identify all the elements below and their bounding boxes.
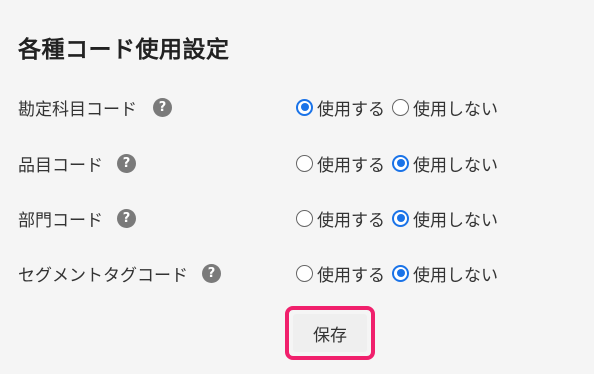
radio-option-use[interactable]: 使用する xyxy=(296,151,385,176)
setting-label: 品目コード xyxy=(18,155,103,176)
setting-label-wrap: 部門コード ? xyxy=(18,203,136,233)
radio-label: 使用する xyxy=(317,155,385,176)
radio-label: 使用する xyxy=(317,99,385,120)
radio-label: 使用しない xyxy=(413,210,498,231)
radio-label: 使用する xyxy=(317,210,385,231)
radio-group: 使用する 使用しない xyxy=(296,148,498,178)
radio-option-use[interactable]: 使用する xyxy=(296,261,385,286)
setting-label: 勘定科目コード xyxy=(18,99,137,120)
setting-label-wrap: 品目コード ? xyxy=(18,148,136,178)
radio-option-not-use[interactable]: 使用しない xyxy=(392,151,498,176)
page-title: 各種コード使用設定 xyxy=(18,37,230,63)
radio-group: 使用する 使用しない xyxy=(296,203,498,233)
radio-button[interactable] xyxy=(392,264,409,282)
help-icon[interactable]: ? xyxy=(117,208,136,228)
radio-button[interactable] xyxy=(296,209,313,227)
setting-label: セグメントタグコード xyxy=(18,265,188,286)
setting-label: 部門コード xyxy=(18,210,103,231)
radio-option-use[interactable]: 使用する xyxy=(296,95,385,120)
radio-group: 使用する 使用しない xyxy=(296,258,498,288)
save-button[interactable]: 保存 xyxy=(293,314,367,352)
radio-button[interactable] xyxy=(392,209,409,227)
radio-label: 使用しない xyxy=(413,99,498,120)
radio-option-not-use[interactable]: 使用しない xyxy=(392,95,498,120)
radio-option-use[interactable]: 使用する xyxy=(296,206,385,231)
help-icon[interactable]: ? xyxy=(153,97,172,117)
help-icon[interactable]: ? xyxy=(117,153,136,173)
setting-row-account-code: 勘定科目コード ? 使用する 使用しない xyxy=(0,92,594,122)
radio-button[interactable] xyxy=(296,154,313,172)
setting-label-wrap: セグメントタグコード ? xyxy=(18,258,221,288)
radio-button[interactable] xyxy=(296,98,313,116)
radio-option-not-use[interactable]: 使用しない xyxy=(392,206,498,231)
code-settings-panel: 各種コード使用設定 勘定科目コード ? 使用する 使用しない 品目コード ? 使… xyxy=(0,0,594,374)
radio-button[interactable] xyxy=(392,154,409,172)
setting-row-item-code: 品目コード ? 使用する 使用しない xyxy=(0,148,594,178)
setting-label-wrap: 勘定科目コード ? xyxy=(18,92,172,122)
radio-button[interactable] xyxy=(296,264,313,282)
radio-label: 使用する xyxy=(317,265,385,286)
radio-button[interactable] xyxy=(392,98,409,116)
radio-label: 使用しない xyxy=(413,265,498,286)
setting-row-segment-tag-code: セグメントタグコード ? 使用する 使用しない xyxy=(0,258,594,288)
setting-row-department-code: 部門コード ? 使用する 使用しない xyxy=(0,203,594,233)
radio-option-not-use[interactable]: 使用しない xyxy=(392,261,498,286)
radio-label: 使用しない xyxy=(413,155,498,176)
help-icon[interactable]: ? xyxy=(202,263,221,283)
radio-group: 使用する 使用しない xyxy=(296,92,498,122)
